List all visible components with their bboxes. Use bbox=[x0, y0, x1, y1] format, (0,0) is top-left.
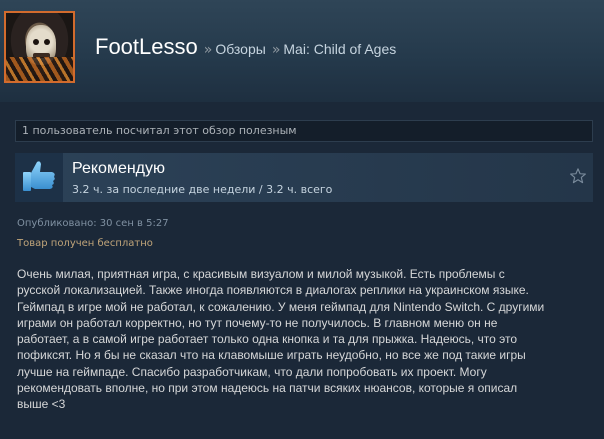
breadcrumb: FootLesso » Обзоры » Mai: Child of Ages bbox=[95, 34, 396, 60]
posted-date: Опубликовано: 30 сен в 5:27 bbox=[17, 218, 169, 229]
received-free-label: Товар получен бесплатно bbox=[17, 238, 153, 249]
username-link[interactable]: FootLesso bbox=[95, 34, 198, 60]
recommendation-box: Рекомендую 3.2 ч. за последние две недел… bbox=[15, 153, 593, 202]
review-line: рекомендовать вполне, но при этом надеюс… bbox=[17, 381, 518, 396]
review-line: Очень милая, приятная игра, с красивым в… bbox=[17, 267, 505, 281]
breadcrumb-reviews-link[interactable]: Обзоры bbox=[215, 41, 266, 57]
avatar-eye-left bbox=[33, 39, 39, 45]
review-line: лучше на геймпаде. Спасибо разработчикам… bbox=[17, 364, 487, 379]
breadcrumb-separator: » bbox=[271, 42, 281, 58]
helpful-count-text: 1 пользователь посчитал этот обзор полез… bbox=[22, 124, 297, 137]
breadcrumb-game-link[interactable]: Mai: Child of Ages bbox=[283, 41, 396, 57]
review-line: русской локализацией. Также иногда появл… bbox=[17, 283, 529, 298]
review-line: Геймпад в игре мой не работал, к сожален… bbox=[17, 299, 545, 314]
playtime-hours: 3.2 ч. за последние две недели / 3.2 ч. … bbox=[72, 183, 333, 196]
thumbs-up-icon bbox=[15, 153, 63, 202]
avatar-leaves bbox=[6, 57, 73, 81]
recommendation-title: Рекомендую bbox=[72, 160, 166, 177]
star-outline-icon[interactable] bbox=[569, 167, 587, 185]
helpful-banner: 1 пользователь посчитал этот обзор полез… bbox=[15, 120, 593, 142]
review-line: работает, а в самой игре работает только… bbox=[17, 332, 518, 347]
breadcrumb-separator: » bbox=[203, 42, 213, 58]
avatar[interactable] bbox=[4, 11, 75, 83]
review-line: играми он работал корректно, но тут поче… bbox=[17, 315, 498, 330]
review-text: Очень милая, приятная игра, с красивым в… bbox=[17, 266, 597, 413]
avatar-eye-right bbox=[44, 39, 50, 45]
profile-header: FootLesso » Обзоры » Mai: Child of Ages bbox=[0, 0, 604, 102]
review-line: выше <3 bbox=[17, 397, 66, 412]
review-line: пофиксят. Но я бы не сказал что на клаво… bbox=[17, 348, 526, 363]
